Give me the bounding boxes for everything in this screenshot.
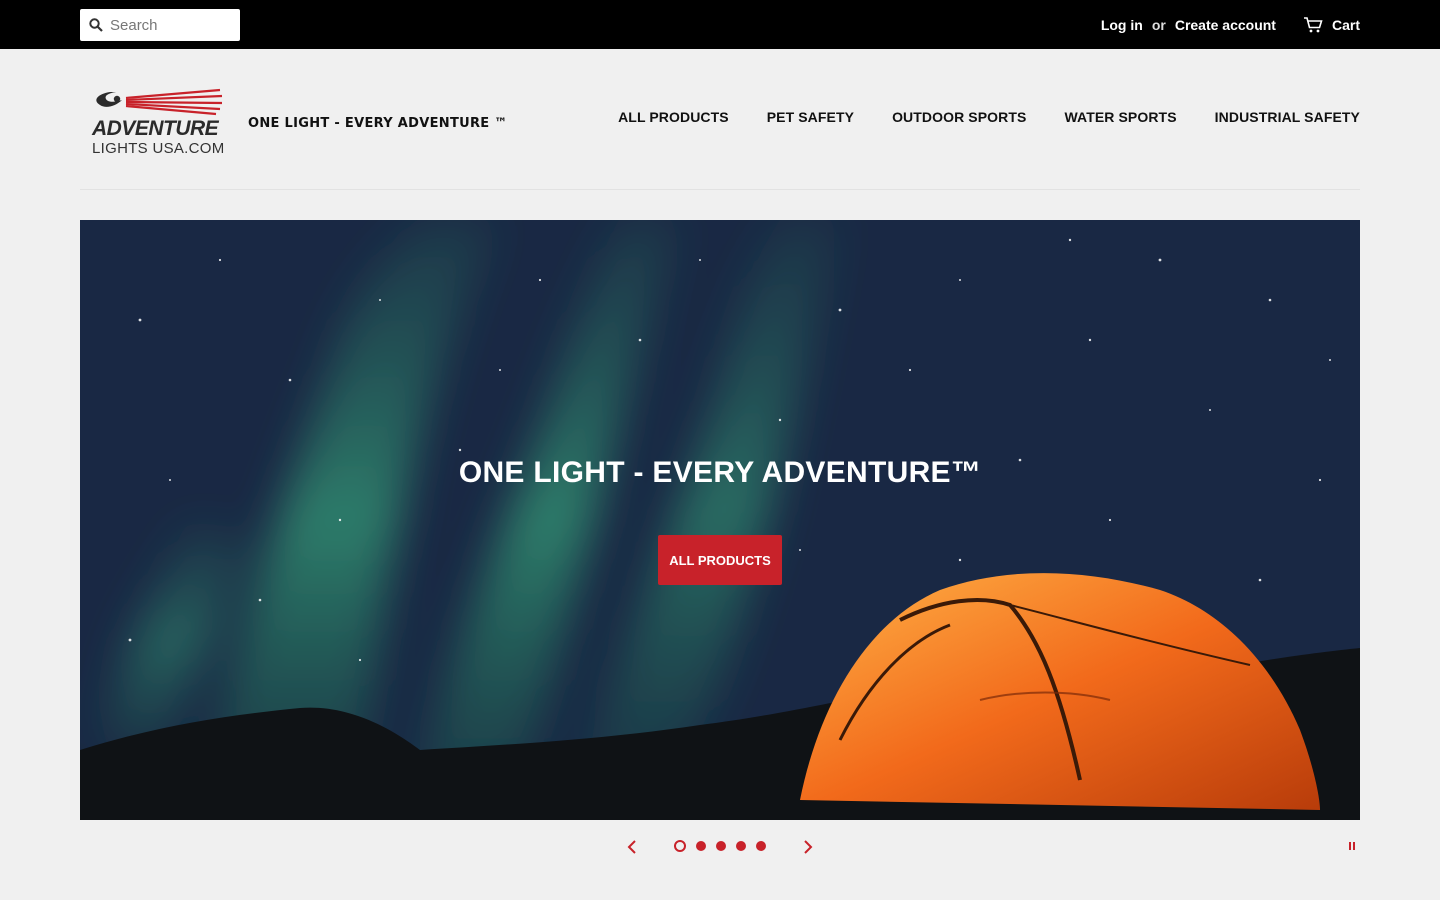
- nav-item-water-sports[interactable]: WATER SPORTS: [1064, 109, 1176, 129]
- header-divider: [80, 189, 1360, 190]
- search-input[interactable]: [110, 9, 236, 41]
- chevron-right-icon: [804, 840, 813, 854]
- hero-all-products-button[interactable]: ALL PRODUCTS: [658, 535, 782, 585]
- pause-icon: [1349, 842, 1351, 850]
- nav-item-outdoor-sports[interactable]: OUTDOOR SPORTS: [892, 109, 1026, 129]
- slide-dot-3[interactable]: [716, 841, 726, 851]
- slideshow-controls: [0, 835, 1440, 859]
- slide-dot-4[interactable]: [736, 841, 746, 851]
- account-links: Log in or Create account Cart: [1101, 0, 1360, 49]
- top-bar: Log in or Create account Cart: [0, 0, 1440, 49]
- create-account-link[interactable]: Create account: [1175, 17, 1276, 33]
- slideshow-dots: [674, 840, 766, 852]
- slideshow-prev-button[interactable]: [622, 837, 642, 857]
- hero-title: ONE LIGHT - EVERY ADVENTURE™: [458, 456, 982, 489]
- main-nav: ALL PRODUCTS PET SAFETY OUTDOOR SPORTS W…: [618, 109, 1360, 129]
- chevron-left-icon: [627, 840, 636, 854]
- logo-mark: [96, 88, 223, 116]
- logo-wordmark: ADVENTURE: [92, 117, 219, 140]
- slide-dot-1[interactable]: [674, 840, 686, 852]
- login-link[interactable]: Log in: [1101, 17, 1143, 33]
- search-box[interactable]: [80, 9, 240, 41]
- slide-dot-5[interactable]: [756, 841, 766, 851]
- nav-item-industrial-safety[interactable]: INDUSTRIAL SAFETY: [1215, 109, 1360, 129]
- slideshow-next-button[interactable]: [798, 837, 818, 857]
- slideshow-pause-button[interactable]: [1349, 842, 1355, 850]
- site-tagline: ONE LIGHT - EVERY ADVENTURE ™: [248, 116, 508, 131]
- logo-subtext: LIGHTS USA.COM: [92, 140, 225, 157]
- nav-item-all-products[interactable]: ALL PRODUCTS: [618, 109, 729, 129]
- cart-link[interactable]: Cart: [1303, 17, 1360, 33]
- hero-image: [80, 220, 1360, 820]
- hero-slideshow[interactable]: ONE LIGHT - EVERY ADVENTURE™ ALL PRODUCT…: [80, 220, 1360, 820]
- cart-label: Cart: [1331, 16, 1360, 33]
- or-separator: or: [1151, 16, 1166, 33]
- slide-dot-2[interactable]: [696, 841, 706, 851]
- site-logo[interactable]: ADVENTURE LIGHTS USA.COM: [88, 86, 230, 160]
- search-icon: [89, 18, 103, 32]
- nav-item-pet-safety[interactable]: PET SAFETY: [767, 109, 854, 129]
- cart-icon: [1303, 16, 1323, 32]
